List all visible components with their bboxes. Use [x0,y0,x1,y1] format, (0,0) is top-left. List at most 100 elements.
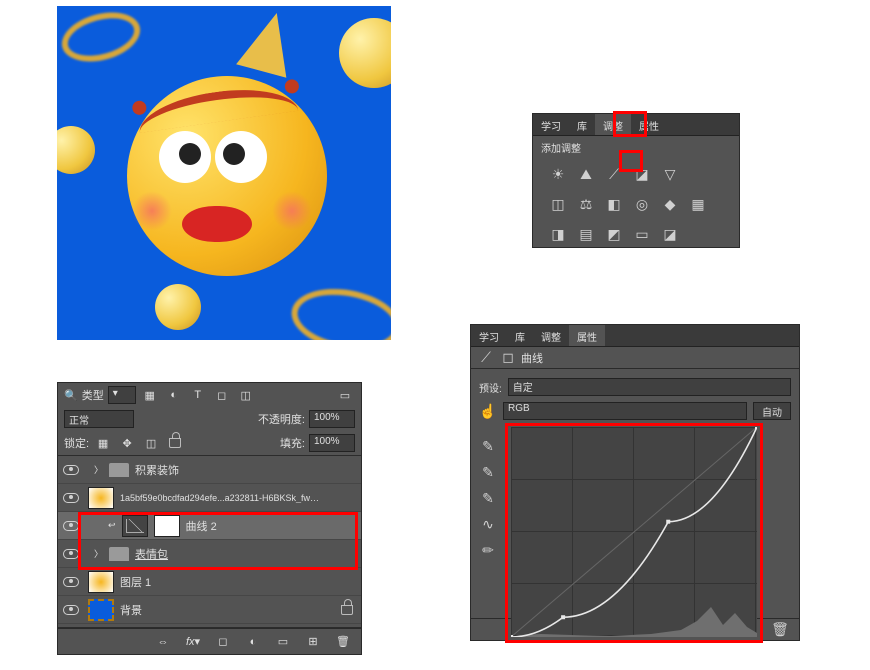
layer-thumbnail [88,571,114,593]
lock-icon [341,605,353,615]
fill-select[interactable]: 100% [309,434,355,452]
layers-list: 〉 积累装饰 1a5bf59e0bcdfad294efe...a232811-H… [58,455,361,628]
fill-label: 填充: [280,435,305,451]
exposure-icon[interactable]: ◪ [633,165,651,183]
layer-name: 背景 [120,602,142,618]
layer-name: 1a5bf59e0bcdfad294efe...a232811-H6BKSk_f… [120,493,320,503]
tab-library[interactable]: 库 [569,114,595,135]
threshold-icon[interactable]: ◩ [605,225,623,243]
visibility-icon[interactable] [63,577,79,587]
tab-properties[interactable]: 属性 [569,325,605,346]
layer-thumbnail [88,599,114,621]
layer-row[interactable]: 背景 [58,596,361,624]
eyedropper-black-icon[interactable]: ✎ [479,437,497,455]
layer-row[interactable]: 〉 表情包 [58,540,361,568]
posterize-icon[interactable]: ▤ [577,225,595,243]
expand-icon[interactable]: 〉 [94,463,103,476]
layer-name: 表情包 [135,546,168,562]
visibility-icon[interactable] [63,493,79,503]
channel-select[interactable]: RGB [503,402,747,420]
visibility-icon[interactable] [63,605,79,615]
layers-panel: 🔍 类型 ▾ ▦ ◐ T ◻ ◫ ▭ 正常 不透明度: 100% 锁定: ▦ ✥… [57,382,362,655]
lock-artboard-icon[interactable]: ◫ [141,434,161,452]
layer-thumbnail [88,627,114,629]
visibility-icon[interactable] [63,465,79,475]
layer-row[interactable]: 背景 [58,624,361,628]
preset-select[interactable]: 自定 [508,378,791,396]
lock-pixels-icon[interactable]: ▦ [93,434,113,452]
adjustments-panel: 学习 库 调整 属性 添加调整 ☀ ⛰ ⟋ ◪ ▽ ◫ ⚖ ◧ ◎ ◆ ▦ ◨ … [532,113,740,248]
filter-pixel-icon[interactable]: ▦ [140,386,160,404]
layer-filter-type[interactable]: ▾ [108,386,136,404]
lut-icon[interactable]: ▦ [689,195,707,213]
layer-name: 图层 1 [120,574,151,590]
layer-style-icon[interactable]: fx▾ [183,633,203,651]
hsl-icon[interactable]: ◫ [549,195,567,213]
properties-title: 曲线 [521,350,543,366]
new-group-icon[interactable]: ▭ [273,633,293,651]
opacity-label: 不透明度: [258,411,305,427]
layer-row-selected[interactable]: ↩ 曲线 2 [58,512,361,540]
blend-mode-select[interactable]: 正常 [64,410,134,428]
tab-bar: 学习 库 调整 属性 [471,325,799,347]
link-icon: ↩ [108,520,116,531]
pencil-curve-icon[interactable]: ✏ [479,541,497,559]
delete-layer-icon[interactable]: 🗑 [333,633,353,651]
levels-icon[interactable]: ⛰ [577,165,595,183]
photo-filter-icon[interactable]: ◎ [633,195,651,213]
add-adjustment-label: 添加调整 [533,136,739,159]
new-layer-icon[interactable]: ⊞ [303,633,323,651]
gradient-map-icon[interactable]: ▭ [633,225,651,243]
preview-image [57,6,391,340]
selective-color-icon[interactable]: ◪ [661,225,679,243]
layer-name: 曲线 2 [186,518,217,534]
visibility-icon[interactable] [63,549,79,559]
folder-icon [109,547,129,561]
tab-adjust[interactable]: 调整 [533,325,569,346]
preset-label: 预设: [479,380,502,395]
smooth-curve-icon[interactable]: ∿ [479,515,497,533]
tab-properties[interactable]: 属性 [631,114,667,135]
eyedropper-gray-icon[interactable]: ✎ [479,463,497,481]
channel-mixer-icon[interactable]: ◆ [661,195,679,213]
expand-icon[interactable]: 〉 [94,547,103,560]
tab-learn[interactable]: 学习 [471,325,507,346]
new-adjustment-icon[interactable]: ◐ [243,633,263,651]
curves-badge-icon: ⟋ [477,349,495,367]
auto-button[interactable]: 自动 [753,402,791,420]
visibility-icon[interactable] [63,521,79,531]
finger-tool-icon[interactable]: ☝ [479,402,497,420]
folder-icon [109,463,129,477]
filter-smart-icon[interactable]: ◫ [236,386,256,404]
delete-adjustment-icon[interactable]: 🗑 [771,621,789,639]
layer-name: 积累装饰 [135,462,179,478]
color-balance-icon[interactable]: ⚖ [577,195,595,213]
type-label: 类型 [82,387,104,403]
opacity-select[interactable]: 100% [309,410,355,428]
bw-icon[interactable]: ◧ [605,195,623,213]
curves-side-tools: ✎ ✎ ✎ ∿ ✏ [479,437,503,559]
filter-type-icon[interactable]: T [188,386,208,404]
layer-mask-icon[interactable]: ◻ [213,633,233,651]
vibrance-icon[interactable]: ▽ [661,165,679,183]
layer-row[interactable]: 图层 1 [58,568,361,596]
tab-adjust[interactable]: 调整 [595,114,631,135]
link-layers-icon[interactable]: ⇔ [153,633,173,651]
layer-row[interactable]: 1a5bf59e0bcdfad294efe...a232811-H6BKSk_f… [58,484,361,512]
tab-learn[interactable]: 学习 [533,114,569,135]
tab-library[interactable]: 库 [507,325,533,346]
layer-row[interactable]: 〉 积累装饰 [58,456,361,484]
lock-position-icon[interactable]: ✥ [117,434,137,452]
brightness-icon[interactable]: ☀ [549,165,567,183]
eyedropper-white-icon[interactable]: ✎ [479,489,497,507]
filter-adjust-icon[interactable]: ◐ [164,386,184,404]
invert-icon[interactable]: ◨ [549,225,567,243]
curve-line [511,427,757,637]
filter-toggle[interactable]: ▭ [335,386,355,404]
lock-all-icon[interactable] [165,434,185,452]
mask-badge-icon: ◻ [499,349,517,367]
curves-graph[interactable] [511,427,757,637]
curves-icon[interactable]: ⟋ [605,165,623,183]
layer-thumbnail [88,487,114,509]
filter-shape-icon[interactable]: ◻ [212,386,232,404]
